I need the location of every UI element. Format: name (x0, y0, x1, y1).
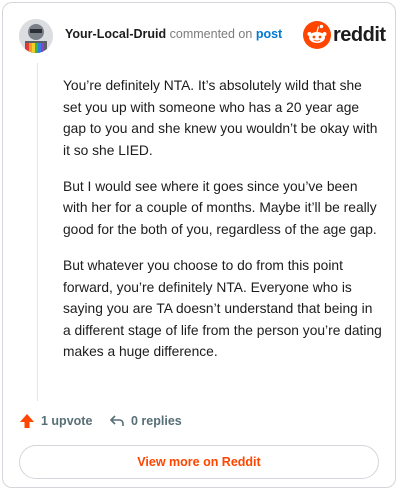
replies-button[interactable]: 0 replies (109, 411, 182, 431)
username-link[interactable]: Your-Local-Druid (65, 27, 166, 41)
reddit-comment-embed-card: Your-Local-Druid commented on post reddi… (2, 2, 396, 488)
user-avatar[interactable] (19, 19, 53, 53)
reddit-wordmark: reddit (333, 24, 386, 46)
reply-arrow-icon (110, 415, 124, 426)
comment-meta: Your-Local-Druid commented on post (65, 27, 282, 41)
comment-paragraph: But whatever you choose to do from this … (63, 257, 382, 360)
view-more-on-reddit-button[interactable]: View more on Reddit (19, 445, 379, 479)
comment-body: You’re definitely NTA. It’s absolutely w… (63, 75, 383, 377)
post-link[interactable]: post (256, 27, 282, 41)
comment-paragraph: You’re definitely NTA. It’s absolutely w… (63, 78, 378, 158)
thread-line (37, 63, 38, 401)
upvote-count: 1 upvote (41, 414, 93, 428)
comment-paragraph: But I would see where it goes since you’… (63, 178, 377, 237)
upvote-button[interactable]: 1 upvote (19, 411, 92, 431)
action-text: commented on (169, 27, 253, 41)
reddit-snoo-icon (303, 21, 331, 49)
upvote-arrow-icon (20, 414, 34, 428)
comment-actions: 1 upvote 0 replies (19, 411, 379, 431)
replies-count: 0 replies (131, 414, 182, 428)
comment-header: Your-Local-Druid commented on post reddi… (17, 17, 386, 57)
reddit-logo[interactable]: reddit (303, 21, 386, 51)
